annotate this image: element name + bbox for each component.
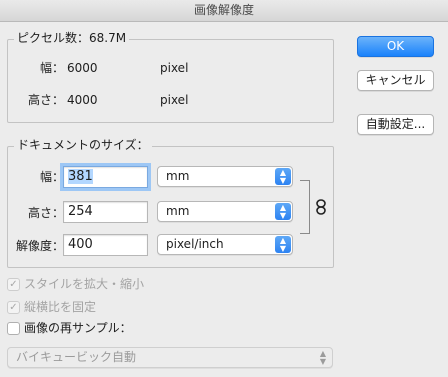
- checkmark-icon: ✓: [9, 302, 18, 313]
- resample-checkbox[interactable]: [7, 322, 20, 335]
- scale-styles-label: スタイルを拡大・縮小: [24, 277, 145, 291]
- pixel-height-value: 4000: [67, 93, 98, 107]
- ok-button[interactable]: OK: [357, 36, 434, 57]
- checkmark-icon: ✓: [9, 279, 18, 290]
- updown-arrows-icon: ▲ ▼: [319, 349, 327, 366]
- constrain-proportions-label: 縦横比を固定: [24, 300, 97, 314]
- doc-width-unit: mm: [166, 169, 190, 183]
- doc-resolution-label: 解像度：: [16, 239, 65, 253]
- window-title: 画像解像度: [193, 3, 254, 17]
- auto-button[interactable]: 自動設定...: [357, 114, 434, 135]
- document-size-title: ドキュメントのサイズ：: [14, 138, 152, 153]
- pixel-width-label: 幅：: [40, 61, 65, 75]
- resample-method-select[interactable]: バイキュービック自動 ▲ ▼: [7, 347, 333, 368]
- pixel-dimensions-group: [7, 39, 334, 123]
- pixel-dimensions-title: ピクセル数：68.7M: [14, 31, 130, 46]
- constrain-proportions-checkbox[interactable]: ✓: [7, 301, 20, 314]
- doc-height-unit-select[interactable]: mm ▲ ▼: [157, 201, 293, 222]
- resample-method-value: バイキュービック自動: [16, 350, 137, 364]
- doc-resolution-unit: pixel/inch: [166, 237, 224, 251]
- updown-arrows-icon: ▲ ▼: [275, 236, 291, 253]
- doc-width-value: 381: [68, 169, 93, 184]
- link-bracket: [300, 180, 310, 234]
- resample-label: 画像の再サンプル：: [24, 321, 132, 335]
- pixel-width-value: 6000: [67, 61, 98, 75]
- doc-width-input[interactable]: 381: [60, 163, 151, 191]
- pixel-width-unit: pixel: [160, 61, 189, 75]
- updown-arrows-icon: ▲ ▼: [275, 168, 291, 185]
- doc-height-unit: mm: [166, 204, 190, 218]
- doc-resolution-unit-select[interactable]: pixel/inch ▲ ▼: [157, 234, 293, 255]
- doc-width-label: 幅：: [40, 170, 65, 184]
- doc-resolution-value: 400: [68, 237, 93, 252]
- doc-height-label: 高さ：: [28, 206, 65, 220]
- doc-width-unit-select[interactable]: mm ▲ ▼: [157, 166, 293, 187]
- doc-height-value: 254: [68, 204, 93, 219]
- cancel-button[interactable]: キャンセル: [357, 70, 434, 91]
- pixel-height-unit: pixel: [160, 93, 189, 107]
- doc-height-input[interactable]: 254: [63, 201, 148, 223]
- window-titlebar: 画像解像度: [0, 0, 448, 22]
- scale-styles-checkbox[interactable]: ✓: [7, 278, 20, 291]
- pixel-height-label: 高さ：: [28, 93, 65, 107]
- updown-arrows-icon: ▲ ▼: [275, 203, 291, 220]
- link-icon[interactable]: [314, 199, 328, 215]
- doc-resolution-input[interactable]: 400: [63, 234, 148, 256]
